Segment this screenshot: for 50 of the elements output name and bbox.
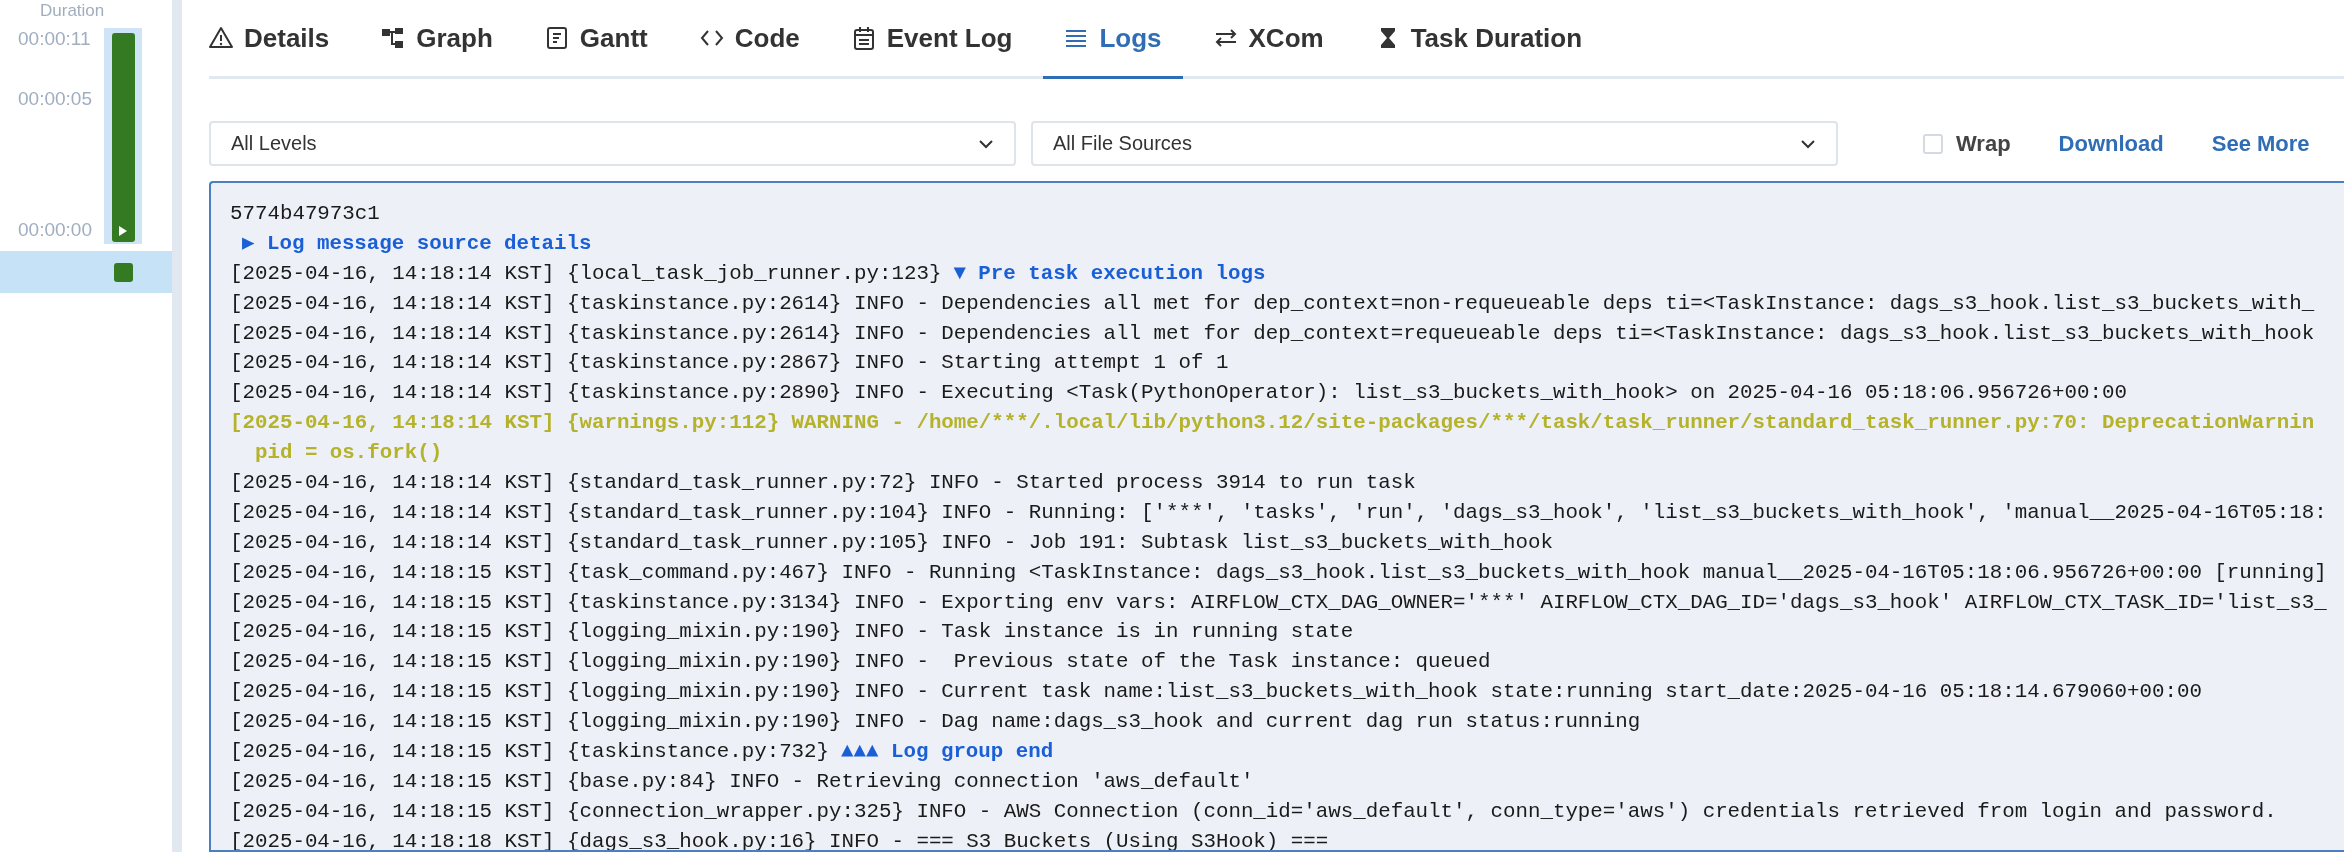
tab[interactable]: XCom	[1192, 0, 1345, 79]
checkbox-label: Wrap	[1956, 130, 2011, 157]
log-line: [2025-04-16, 14:18:14 KST] {taskinstance.py:2614} INFO - Dependencies all met for dep_context=requeueable deps ti=<TaskInstance: dags_s3_hook.list_s3_buckets_with_hook	[230, 321, 2315, 345]
tab[interactable]: Gantt	[523, 0, 669, 79]
warning-icon	[209, 26, 233, 50]
log-group-toggle[interactable]: ▶ Log message source details	[242, 231, 592, 255]
log-line: [2025-04-16, 14:18:14 KST] {standard_task_runner.py:104} INFO - Running: ['***', 'tasks', 'run', 'dags_s3_hook', 'list_s3_buckets_with_hook', 'manual__2025-04-16T05:18:	[230, 500, 2327, 524]
log-line: [2025-04-16, 14:18:15 KST] {logging_mixin.py:190} INFO - Previous state of the Task instance: queued	[230, 650, 1491, 674]
log-line: 5774b47973c1	[230, 202, 380, 225]
axis-label: 00:00:00	[18, 219, 92, 241]
log-line: [2025-04-16, 14:18:15 KST] {taskinstance.py:732}	[230, 740, 830, 764]
dropdown[interactable]: All Levels	[209, 121, 1016, 166]
tab[interactable]: Details	[209, 0, 351, 79]
tab[interactable]: Task Duration	[1354, 0, 1604, 79]
play-icon	[118, 225, 128, 237]
log-line: [2025-04-16, 14:18:14 KST] {warnings.py:112} WARNING - /home/***/.local/lib/python3.12/site-packages/***/task/task_runner/standard_task_runner.py:70: DeprecationWarnin	[230, 411, 2315, 435]
checkbox[interactable]	[1923, 133, 1943, 154]
log-line: [2025-04-16, 14:18:15 KST] {taskinstance.py:3134} INFO - Exporting env vars: AIRFLOW_CTX_DAG_OWNER='***' AIRFLOW_CTX_DAG_ID='dags_s3_hook' AIRFLOW_CTX_TASK_ID='list_s3_	[230, 590, 2327, 614]
calendar-icon	[851, 26, 876, 50]
status-square	[114, 262, 133, 282]
task-row[interactable]	[0, 251, 172, 293]
log-line: [2025-04-16, 14:18:15 KST] {task_command.py:467} INFO - Running <TaskInstance: dags_s3_hook.list_s3_buckets_with_hook manual__2025-04-16T05:18:06.956726+00:00 [running]	[230, 560, 2327, 584]
axis-label: 00:00:11	[18, 28, 91, 50]
log-line: pid = os.fork()	[253, 441, 443, 465]
graph-icon	[381, 26, 406, 50]
axis-label: 00:00:05	[18, 88, 92, 110]
link[interactable]: Download	[2058, 130, 2164, 157]
tab[interactable]: Event Log	[830, 0, 1034, 79]
document-icon	[544, 26, 569, 50]
log-line: [2025-04-16, 14:18:14 KST] {standard_task_runner.py:105} INFO - Job 191: Subtask list_s3_buckets_with_hook	[230, 530, 1553, 554]
log-line: [2025-04-16, 14:18:15 KST] {logging_mixin.py:190} INFO - Current task name:list_s3_buckets_with_hook state:running start_date:2025-04-16 05:18:14.679060+00:00	[230, 680, 2202, 704]
log-line: [2025-04-16, 14:18:14 KST] {standard_task_runner.py:72} INFO - Started process 3914 to run task	[230, 471, 1416, 494]
axis-title: Duration	[39, 1, 106, 21]
log-line: [2025-04-16, 14:18:14 KST] {taskinstance.py:2867} INFO - Starting attempt 1 of 1	[230, 351, 1229, 375]
duration-bar[interactable]	[111, 33, 135, 242]
tab[interactable]: Graph	[360, 0, 514, 79]
tab[interactable]: Logs	[1043, 0, 1183, 79]
log-group-toggle[interactable]: ▼ Pre task execution logs	[953, 261, 1266, 285]
log-line: [2025-04-16, 14:18:15 KST] {base.py:84} INFO - Retrieving connection 'aws_default'	[230, 769, 1254, 793]
log-line: [2025-04-16, 14:18:14 KST] {taskinstance.py:2890} INFO - Executing <Task(PythonOperator): list_s3_buckets_with_hook> on 2025-04-16 05:18:06.956726+00:00	[230, 381, 2127, 405]
log-line: [2025-04-16, 14:18:14 KST] {taskinstance.py:2614} INFO - Dependencies all met for dep_context=non-requeueable deps ti=<TaskInstance: dags_s3_hook.list_s3_buckets_with_	[230, 291, 2315, 315]
log-line: [2025-04-16, 14:18:15 KST] {logging_mixin.py:190} INFO - Dag name:dags_s3_hook and current dag run status:running	[230, 710, 1641, 734]
dropdown[interactable]: All File Sources	[1031, 121, 1838, 166]
log-line: [2025-04-16, 14:18:15 KST] {logging_mixin.py:190} INFO - Task instance is in running state	[230, 620, 1354, 644]
link[interactable]: See More	[2211, 130, 2310, 157]
tab[interactable]: Code	[678, 0, 821, 79]
resize-handle[interactable]	[172, 0, 182, 852]
log-line: [2025-04-16, 14:18:15 KST] {connection_wrapper.py:325} INFO - AWS Connection (conn_id='aws_default', conn_type='aws') credentials retrieved from login and password.	[230, 799, 2277, 823]
log-line: [2025-04-16, 14:18:14 KST] {local_task_job_runner.py:123}	[230, 261, 942, 285]
log-group-toggle[interactable]: ▲▲▲ Log group end	[841, 740, 1054, 764]
